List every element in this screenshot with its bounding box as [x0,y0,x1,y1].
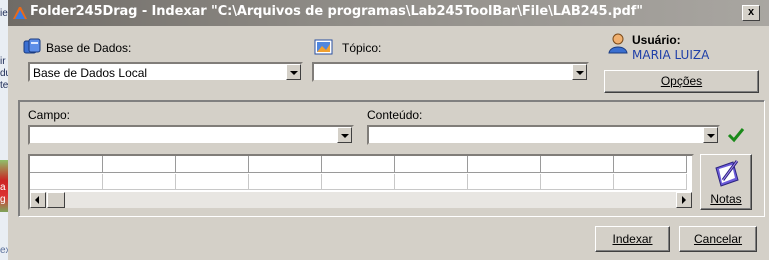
indexar-dialog: Folder245Drag - Indexar "C:\Arquivos de … [8,0,769,260]
index-button-label: Indexar [612,232,653,246]
grid-column-header[interactable] [468,156,541,173]
user-name: MARIA LUIZA [632,48,710,62]
grid-cell[interactable] [468,174,541,190]
grid-cell[interactable] [176,174,249,190]
grid-column-header[interactable] [249,156,322,173]
background-text: a [0,182,6,193]
topic-label: Tópico: [342,41,382,55]
index-button[interactable]: Indexar [595,226,670,252]
chevron-down-icon[interactable] [572,64,587,80]
grid-column-header[interactable] [30,156,103,173]
folder-app-icon [13,7,27,19]
cancel-button[interactable]: Cancelar [679,226,757,252]
grid-column-header[interactable] [395,156,468,173]
field-label: Campo: [28,108,71,122]
field-select[interactable] [28,125,354,145]
grid-column-header[interactable] [103,156,176,173]
background-text: ie [0,8,8,19]
horizontal-scrollbar[interactable] [30,192,692,208]
grid-cell[interactable] [322,174,395,190]
topic-icon [314,39,333,55]
grid-cell[interactable] [103,174,176,190]
grid-column-header[interactable] [176,156,249,173]
chevron-down-icon[interactable] [337,127,352,143]
notes-button-label: Notas [710,192,742,206]
user-label: Usuário: [632,33,681,47]
grid-cell[interactable] [614,174,687,190]
notes-icon [715,160,739,187]
background-text: ir [0,56,6,67]
database-value: Base de Dados Local [33,66,148,80]
options-button[interactable]: Opções [604,70,759,93]
grid-cell[interactable] [30,174,103,190]
close-button[interactable]: x [742,5,760,21]
notes-button[interactable]: Notas [700,154,752,210]
scroll-right-icon[interactable] [676,192,692,208]
scrollbar-thumb[interactable] [47,192,65,208]
grid-column-header[interactable] [541,156,614,173]
check-icon[interactable] [726,126,746,144]
content-label: Conteúdo: [367,108,423,122]
grid-column-header[interactable] [322,156,395,173]
title-bar[interactable]: Folder245Drag - Indexar "C:\Arquivos de … [8,0,769,26]
database-icon [23,38,41,54]
results-grid[interactable] [28,154,694,210]
chevron-down-icon[interactable] [703,127,718,143]
grid-column-header[interactable] [614,156,687,173]
scroll-left-icon[interactable] [30,192,46,208]
content-select[interactable] [367,125,720,145]
background-text: g [0,194,6,205]
user-icon [608,33,628,54]
window-title: Folder245Drag - Indexar "C:\Arquivos de … [30,4,643,19]
cancel-button-label: Cancelar [693,232,743,246]
grid-cell[interactable] [541,174,614,190]
grid-header [30,156,692,174]
chevron-down-icon[interactable] [286,64,301,80]
database-select[interactable]: Base de Dados Local [28,62,303,82]
table-row[interactable] [30,174,692,190]
topic-select[interactable] [312,62,589,82]
options-button-label: Opções [660,74,703,88]
database-label: Base de Dados: [46,41,132,55]
grid-cell[interactable] [249,174,322,190]
grid-cell[interactable] [395,174,468,190]
